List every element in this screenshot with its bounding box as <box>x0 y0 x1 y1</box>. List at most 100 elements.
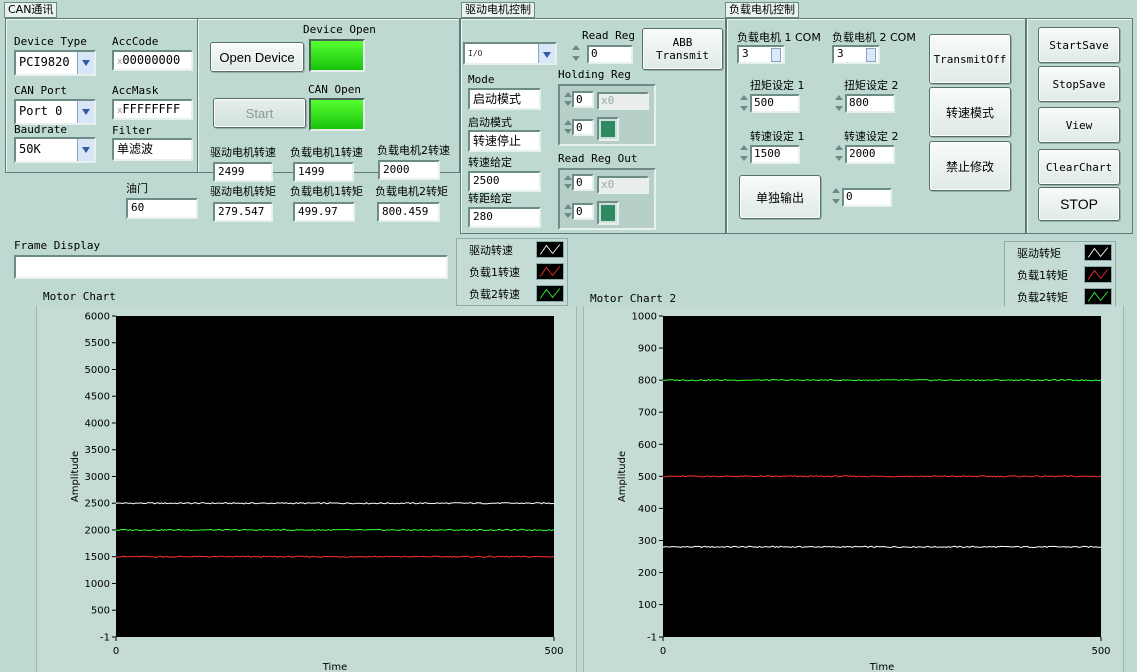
torque2-input[interactable]: 800 <box>845 94 895 113</box>
x-axis-label: Time <box>869 662 894 672</box>
legend-item[interactable]: 负载2转速 <box>457 283 567 305</box>
plot-area <box>116 316 554 637</box>
load2-speed-label: 负载电机2转速 <box>377 144 450 157</box>
legend-label: 负载2转速 <box>469 288 520 301</box>
legend-label: 负载1转速 <box>469 266 520 279</box>
device-type-select[interactable]: PCI9820 <box>14 50 96 76</box>
start-mode-field: 转速停止 <box>468 130 541 152</box>
transmit-off-button[interactable]: TransmitOff <box>929 34 1011 84</box>
read-reg-label: Read Reg <box>582 29 635 42</box>
load1-torque-label: 负载电机1转矩 <box>290 185 363 198</box>
frame-display-field <box>14 255 448 279</box>
read-reg-input[interactable]: 0 <box>587 45 633 64</box>
chevron-down-icon[interactable] <box>77 139 94 161</box>
mode-field: 启动模式 <box>468 88 541 110</box>
start-button[interactable]: Start <box>213 98 306 128</box>
legend-item[interactable]: 负载2转矩 <box>1005 286 1115 308</box>
acc-mask-input[interactable]: xFFFFFFFF <box>112 99 193 120</box>
open-device-button[interactable]: Open Device <box>210 42 304 72</box>
read-reg-out-index[interactable]: 0 <box>572 174 594 191</box>
holding-reg-index2[interactable]: 0 <box>572 119 594 136</box>
section-title-load: 负载电机控制 <box>725 2 799 18</box>
device-type-value: PCI9820 <box>19 55 70 69</box>
chevron-down-icon[interactable] <box>77 101 94 123</box>
speed-set-label: 转速给定 <box>468 156 512 169</box>
holding-reg-value[interactable]: x0 <box>597 92 649 110</box>
y-tick-label: 4000 <box>85 418 110 429</box>
speed1-input[interactable]: 1500 <box>750 145 800 164</box>
baudrate-label: Baudrate <box>14 123 67 136</box>
acc-code-input[interactable]: x00000000 <box>112 50 193 71</box>
y-tick-label: 5000 <box>85 365 110 376</box>
com1-input[interactable]: 3 <box>737 45 785 64</box>
com1-label: 负载电机 1 COM <box>737 31 821 44</box>
chart1-title: Motor Chart <box>43 290 116 303</box>
can-port-label: CAN Port <box>14 84 67 97</box>
speed-mode-button[interactable]: 转速模式 <box>929 87 1011 137</box>
single-output-input[interactable]: 0 <box>842 188 892 207</box>
start-save-button[interactable]: StartSave <box>1038 27 1120 63</box>
y-tick-label: 400 <box>638 504 657 515</box>
acc-code-label: AccCode <box>112 35 159 48</box>
com1-value: 3 <box>742 47 749 60</box>
com2-input[interactable]: 3 <box>832 45 880 64</box>
y-tick-label: 700 <box>638 408 657 419</box>
torque1-spinner[interactable] <box>739 93 749 113</box>
stepper-icon[interactable] <box>866 48 876 62</box>
single-output-button[interactable]: 单独输出 <box>739 175 821 219</box>
can-port-select[interactable]: Port 0 <box>14 99 96 125</box>
stepper-icon[interactable] <box>771 48 781 62</box>
section-title-drive: 驱动电机控制 <box>461 2 535 18</box>
device-open-led <box>309 39 365 72</box>
start-mode-label: 启动模式 <box>468 116 512 129</box>
frame-display-label: Frame Display <box>14 239 101 252</box>
legend-item[interactable]: 负载1转矩 <box>1005 264 1115 286</box>
baudrate-select[interactable]: 50K <box>14 137 96 163</box>
torque1-input[interactable]: 500 <box>750 94 800 113</box>
speed-set-input[interactable]: 2500 <box>468 171 541 192</box>
legend-item[interactable]: 负载1转速 <box>457 261 567 283</box>
speed2-spinner[interactable] <box>834 143 844 163</box>
legend-item[interactable]: 驱动转速 <box>457 239 567 261</box>
view-button[interactable]: View <box>1038 107 1120 143</box>
chevron-down-icon[interactable] <box>538 44 555 63</box>
speed2-input[interactable]: 2000 <box>845 145 895 164</box>
y-tick-label: 900 <box>638 344 657 355</box>
x-tick-label: 500 <box>544 646 563 657</box>
acc-code-value: 00000000 <box>122 53 181 67</box>
y-tick-label: 300 <box>638 536 657 547</box>
y-tick-label: 500 <box>91 606 110 617</box>
filter-input[interactable]: 单滤波 <box>112 138 193 161</box>
throttle-input[interactable]: 60 <box>126 198 198 219</box>
read-reg-spinner[interactable] <box>571 43 581 63</box>
chart2-legend: 驱动转矩 负载1转矩 负载2转矩 <box>1004 241 1116 309</box>
torque-set-label: 转距给定 <box>468 192 512 205</box>
com2-label: 负载电机 2 COM <box>832 31 916 44</box>
abb-transmit-button[interactable]: ABB Transmit <box>642 28 723 70</box>
y-tick-label: 1500 <box>85 552 110 563</box>
torque2-spinner[interactable] <box>834 93 844 113</box>
legend-swatch-green <box>536 285 564 302</box>
legend-swatch-red <box>536 263 564 280</box>
no-modify-button[interactable]: 禁止修改 <box>929 141 1011 191</box>
x-axis-label: Time <box>322 662 347 672</box>
filter-label: Filter <box>112 124 152 137</box>
io-resource-select[interactable]: I/O <box>463 42 557 65</box>
stop-save-button[interactable]: StopSave <box>1038 66 1120 102</box>
y-tick-label: 500 <box>638 472 657 483</box>
speed1-spinner[interactable] <box>739 143 749 163</box>
y-tick-label: 200 <box>638 568 657 579</box>
io-icon: I/O <box>468 49 483 58</box>
stop-button[interactable]: STOP <box>1038 187 1120 221</box>
y-tick-label: 4500 <box>85 392 110 403</box>
torque-set-input[interactable]: 280 <box>468 207 541 228</box>
clear-chart-button[interactable]: ClearChart <box>1038 149 1120 185</box>
single-output-spinner[interactable] <box>831 186 841 206</box>
motor-chart-2: 1000 900 800 700 600 500 400 300 200 100 -10 500 Tim… <box>617 312 1111 672</box>
device-open-label: Device Open <box>303 23 376 36</box>
holding-reg-index[interactable]: 0 <box>572 91 594 108</box>
read-reg-out-index2[interactable]: 0 <box>572 203 594 220</box>
read-reg-out-value: x0 <box>597 176 649 194</box>
legend-item[interactable]: 驱动转矩 <box>1005 242 1115 264</box>
chevron-down-icon[interactable] <box>77 52 94 74</box>
